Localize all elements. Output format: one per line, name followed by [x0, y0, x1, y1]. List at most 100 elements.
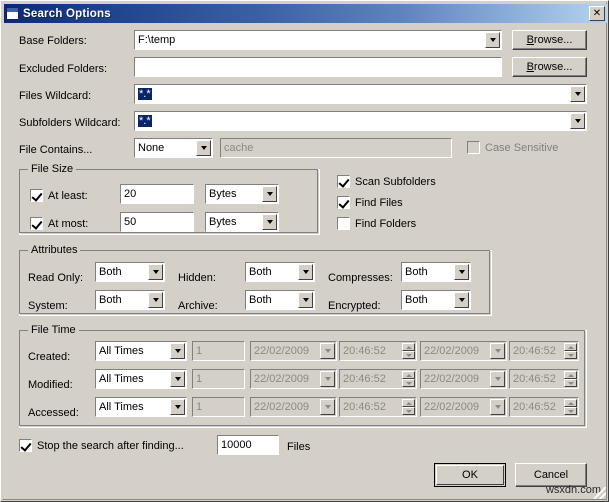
created-count-value: 1	[196, 345, 203, 357]
chevron-down-icon[interactable]	[170, 343, 185, 359]
chevron-down-icon[interactable]	[170, 399, 185, 415]
chevron-down-icon[interactable]	[490, 399, 505, 415]
chevron-down-icon[interactable]	[298, 292, 313, 308]
at-least-value-input[interactable]: 20	[120, 184, 194, 204]
modified-mode-combo[interactable]: All Times	[95, 369, 187, 389]
accessed-date-from-combo[interactable]: 22/02/2009	[250, 397, 337, 417]
read-only-value: Both	[99, 266, 122, 278]
spinner-icon[interactable]	[402, 399, 415, 415]
base-folders-combo[interactable]: F:\temp	[134, 30, 502, 50]
chevron-down-icon[interactable]	[320, 343, 335, 359]
encrypted-combo[interactable]: Both	[401, 290, 471, 310]
chevron-down-icon[interactable]	[262, 186, 277, 202]
stop-search-count-input[interactable]: 10000	[217, 435, 279, 455]
chevron-down-icon[interactable]	[170, 371, 185, 387]
accessed-time-to-spinner[interactable]: 20:46:52	[509, 397, 579, 417]
modified-date-to-combo[interactable]: 22/02/2009	[420, 369, 507, 389]
file-contains-mode-combo[interactable]: None	[134, 138, 213, 158]
stop-search-checkbox[interactable]: Stop the search after finding...	[19, 439, 184, 452]
created-date-to-combo[interactable]: 22/02/2009	[420, 341, 507, 361]
created-date-from-value: 22/02/2009	[254, 345, 310, 357]
accessed-time-from-spinner[interactable]: 20:46:52	[339, 397, 417, 417]
accessed-mode-value: All Times	[99, 401, 144, 413]
close-icon[interactable]: ✕	[589, 6, 605, 21]
created-time-to-value: 20:46:52	[513, 345, 556, 357]
chevron-down-icon[interactable]	[320, 371, 335, 387]
scan-subfolders-checkbox[interactable]: Scan Subfolders	[337, 175, 436, 188]
find-files-checkbox[interactable]: Find Files	[337, 196, 403, 209]
browse-base-folders-button[interactable]: BBrowse...rowse...	[512, 30, 587, 50]
files-wildcard-label: Files Wildcard:	[19, 90, 92, 102]
created-time-from-spinner[interactable]: 20:46:52	[339, 341, 417, 361]
at-most-checkbox[interactable]: At most:	[30, 217, 88, 230]
case-sensitive-checkbox[interactable]: Case Sensitive	[467, 141, 558, 154]
resize-grip[interactable]	[594, 487, 606, 499]
spinner-icon[interactable]	[564, 399, 577, 415]
modified-count-input[interactable]: 1	[192, 369, 245, 389]
created-time-to-spinner[interactable]: 20:46:52	[509, 341, 579, 361]
chevron-down-icon[interactable]	[148, 264, 163, 280]
chevron-down-icon[interactable]	[320, 399, 335, 415]
accessed-date-to-combo[interactable]: 22/02/2009	[420, 397, 507, 417]
chevron-down-icon[interactable]	[454, 264, 469, 280]
spinner-icon[interactable]	[564, 343, 577, 359]
files-wildcard-combo[interactable]: *.*	[134, 84, 587, 104]
accessed-count-input[interactable]: 1	[192, 397, 245, 417]
chevron-down-icon[interactable]	[262, 214, 277, 230]
created-date-from-combo[interactable]: 22/02/2009	[250, 341, 337, 361]
file-contains-mode-value: None	[138, 142, 165, 154]
excluded-folders-label: Excluded Folders:	[19, 63, 108, 75]
modified-date-from-combo[interactable]: 22/02/2009	[250, 369, 337, 389]
chevron-down-icon[interactable]	[490, 371, 505, 387]
file-contains-label: File Contains...	[19, 144, 93, 156]
at-least-unit-combo[interactable]: Bytes	[205, 184, 279, 204]
created-date-to-value: 22/02/2009	[424, 345, 480, 357]
archive-combo[interactable]: Both	[245, 290, 315, 310]
compresses-combo[interactable]: Both	[401, 262, 471, 282]
file-time-legend: File Time	[28, 324, 79, 336]
compresses-value: Both	[405, 266, 428, 278]
file-contains-text-input[interactable]: cache	[220, 138, 452, 158]
modified-time-from-spinner[interactable]: 20:46:52	[339, 369, 417, 389]
accessed-count-value: 1	[196, 401, 203, 413]
chevron-down-icon[interactable]	[196, 140, 211, 156]
at-most-value-input[interactable]: 50	[120, 212, 194, 232]
excluded-folders-input[interactable]	[134, 57, 502, 77]
chevron-down-icon[interactable]	[454, 292, 469, 308]
chevron-down-icon[interactable]	[570, 113, 585, 129]
spinner-icon[interactable]	[402, 371, 415, 387]
title-bar[interactable]: Search Options ✕	[4, 4, 607, 23]
accessed-mode-combo[interactable]: All Times	[95, 397, 187, 417]
spinner-icon[interactable]	[564, 371, 577, 387]
checkbox-box	[30, 217, 43, 230]
files-wildcard-value: *.*	[138, 88, 152, 100]
created-mode-combo[interactable]: All Times	[95, 341, 187, 361]
created-count-input[interactable]: 1	[192, 341, 245, 361]
find-folders-checkbox[interactable]: Find Folders	[337, 217, 416, 230]
base-folders-label: Base Folders:	[19, 35, 87, 47]
at-most-unit-combo[interactable]: Bytes	[205, 212, 279, 232]
chevron-down-icon[interactable]	[298, 264, 313, 280]
chevron-down-icon[interactable]	[490, 343, 505, 359]
browse-excluded-folders-button[interactable]: Browse...	[512, 57, 587, 77]
subfolders-wildcard-combo[interactable]: *.*	[134, 111, 587, 131]
read-only-combo[interactable]: Both	[95, 262, 165, 282]
checkbox-box	[30, 189, 43, 202]
at-least-value: 20	[124, 188, 137, 200]
checkbox-box	[19, 439, 32, 452]
chevron-down-icon[interactable]	[148, 292, 163, 308]
system-combo[interactable]: Both	[95, 290, 165, 310]
at-most-unit-value: Bytes	[209, 216, 237, 228]
at-least-unit-value: Bytes	[209, 188, 237, 200]
hidden-combo[interactable]: Both	[245, 262, 315, 282]
spinner-icon[interactable]	[402, 343, 415, 359]
find-files-label: Find Files	[355, 196, 403, 209]
modified-time-to-spinner[interactable]: 20:46:52	[509, 369, 579, 389]
chevron-down-icon[interactable]	[570, 86, 585, 102]
at-least-checkbox[interactable]: At least:	[30, 189, 88, 202]
at-most-label: At most:	[48, 217, 89, 230]
hidden-label: Hidden:	[178, 272, 216, 284]
accessed-time-from-value: 20:46:52	[343, 401, 386, 413]
ok-button[interactable]: OK	[434, 463, 506, 487]
chevron-down-icon[interactable]	[485, 32, 500, 48]
